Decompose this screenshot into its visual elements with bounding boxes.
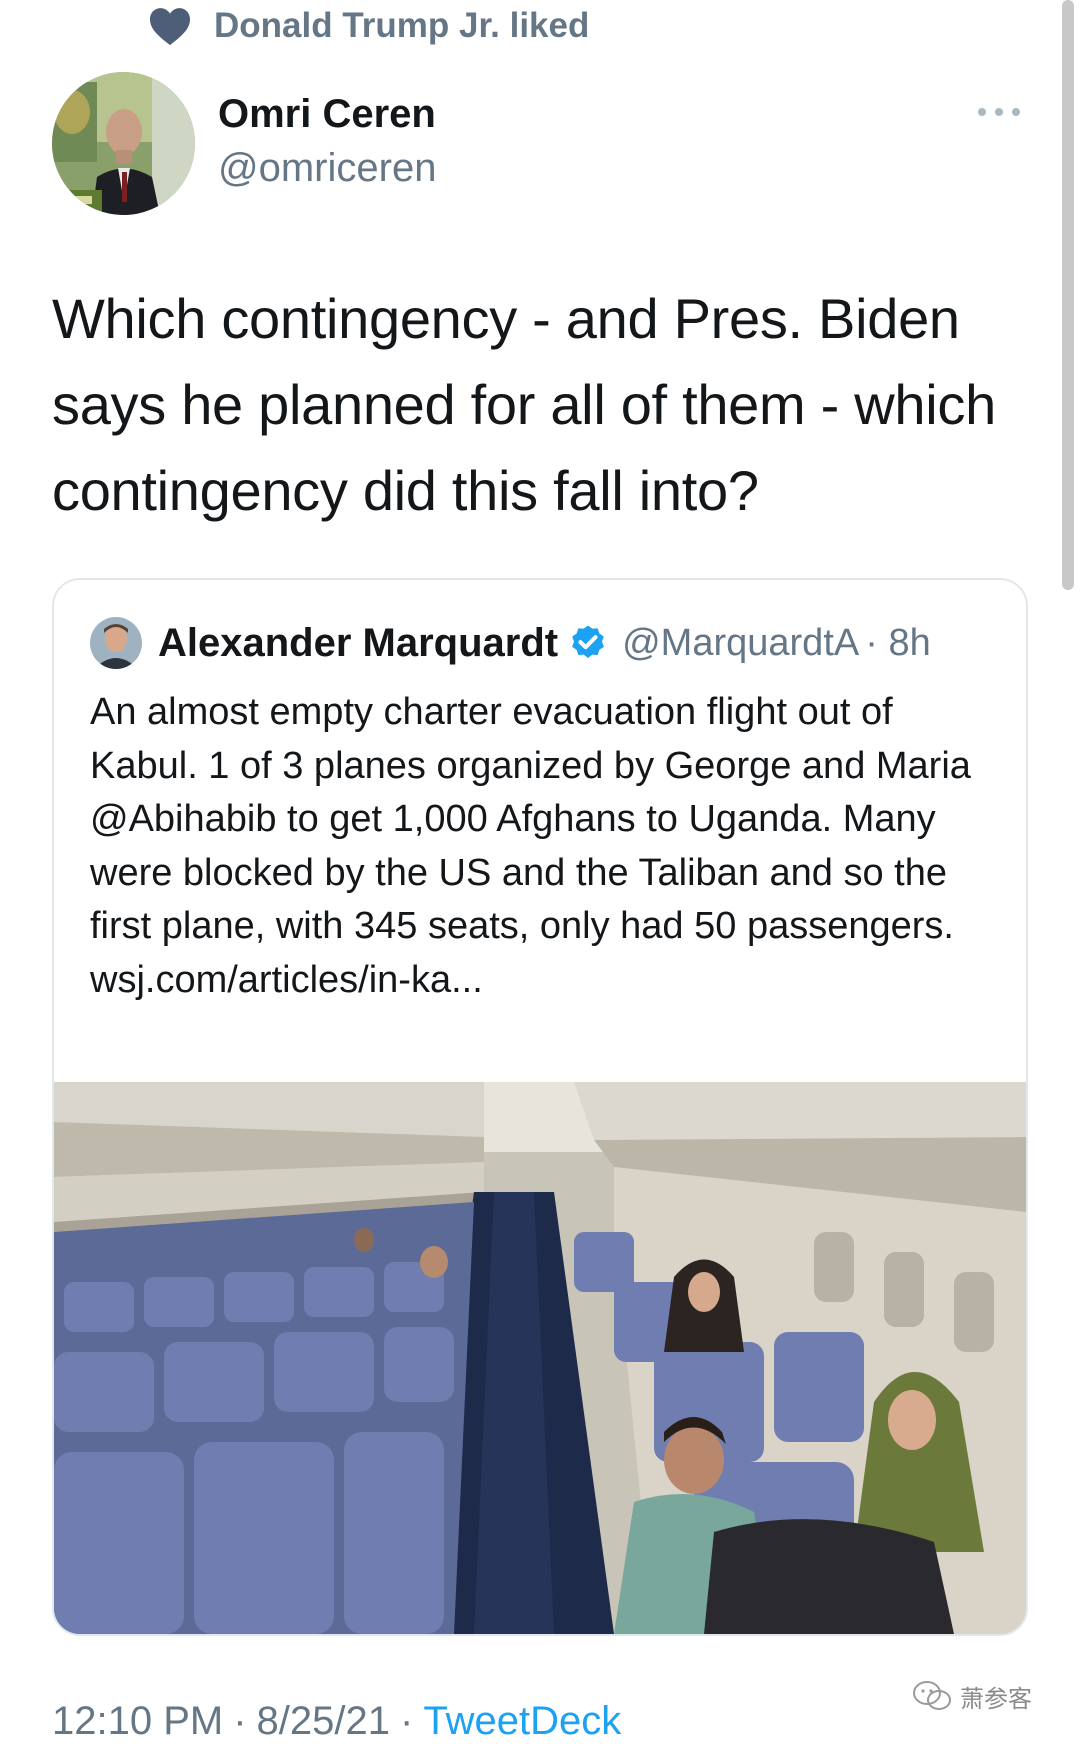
- quoted-tweet-text: An almost empty charter evacuation fligh…: [90, 691, 971, 1001]
- more-options-icon[interactable]: [978, 104, 1020, 120]
- author-name[interactable]: Omri Ceren: [218, 92, 436, 137]
- separator: ·: [233, 1698, 247, 1743]
- quoted-author-name[interactable]: Alexander Marquardt: [158, 621, 558, 666]
- wechat-icon: [913, 1681, 951, 1710]
- heart-icon: [150, 8, 190, 46]
- verified-badge-icon: [572, 625, 604, 658]
- quoted-tweet-time[interactable]: · 8h: [865, 622, 930, 665]
- watermark-text: 萧参客: [960, 1685, 1032, 1713]
- tweet-timestamp: 12:10 PM · 8/25/21 · TweetDeck: [52, 1696, 621, 1746]
- quoted-tweet-card[interactable]: Alexander Marquardt @MarquardtA · 8h An …: [52, 578, 1028, 1636]
- social-context: Donald Trump Jr. liked: [148, 4, 589, 48]
- scrollbar[interactable]: [1062, 0, 1074, 590]
- tweet-text: Which contingency - and Pres. Biden says…: [52, 287, 996, 522]
- tweet-date[interactable]: 8/25/21: [257, 1699, 390, 1744]
- quoted-tweet-header: Alexander Marquardt @MarquardtA · 8h: [90, 616, 931, 670]
- quoted-avatar[interactable]: [90, 617, 142, 669]
- liked-by-text[interactable]: Donald Trump Jr. liked: [214, 6, 589, 46]
- tweet-client-link[interactable]: TweetDeck: [423, 1699, 621, 1744]
- aircraft-cabin-photo[interactable]: [54, 1082, 1026, 1634]
- tweet-time[interactable]: 12:10 PM: [52, 1699, 223, 1744]
- author-handle[interactable]: @omriceren: [218, 146, 436, 191]
- watermark: 萧参客: [912, 1676, 1032, 1716]
- separator: ·: [400, 1698, 414, 1743]
- avatar[interactable]: [52, 72, 195, 215]
- quoted-author-handle[interactable]: @MarquardtA: [622, 622, 859, 665]
